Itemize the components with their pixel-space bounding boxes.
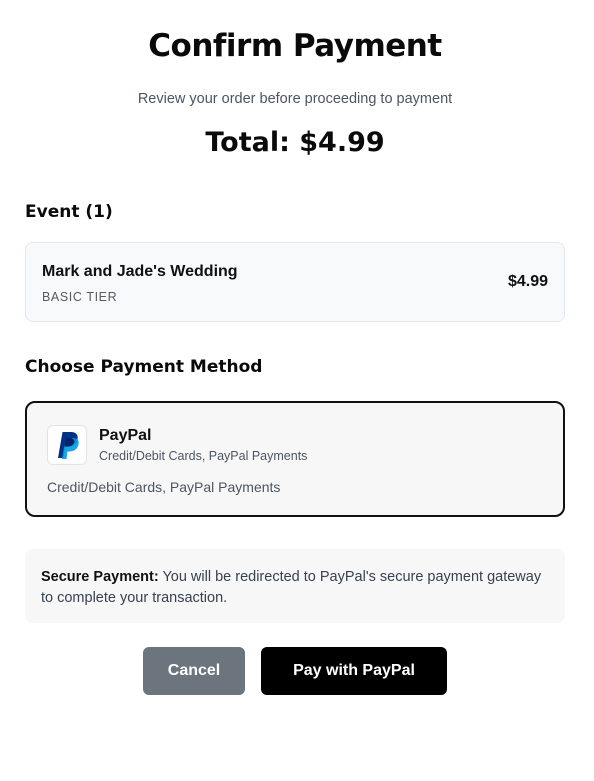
page-subtitle: Review your order before proceeding to p…: [137, 91, 453, 107]
cancel-button[interactable]: Cancel: [143, 647, 245, 695]
payment-method-description: Credit/Debit Cards, PayPal Payments: [47, 479, 281, 495]
payment-method-heading: Choose Payment Method: [25, 357, 263, 377]
event-tier: BASIC TIER: [42, 290, 118, 304]
secure-payment-label: Secure Payment:: [41, 569, 159, 585]
pay-with-paypal-button[interactable]: Pay with PayPal: [261, 647, 447, 695]
order-total: Total: $4.99: [205, 127, 385, 158]
confirm-payment-modal: Confirm Payment Review your order before…: [0, 0, 594, 781]
events-heading: Event (1): [25, 202, 113, 222]
paypal-logo-icon: [47, 425, 87, 465]
event-name: Mark and Jade's Wedding: [42, 263, 238, 280]
event-price: $4.99: [507, 273, 548, 290]
secure-payment-notice: Secure Payment: You will be redirected t…: [25, 549, 565, 623]
payment-method-name: PayPal: [99, 427, 152, 444]
payment-method-paypal[interactable]: PayPal Credit/Debit Cards, PayPal Paymen…: [25, 401, 565, 517]
page-title: Confirm Payment: [148, 28, 442, 64]
event-card: Mark and Jade's Wedding BASIC TIER $4.99: [25, 242, 565, 322]
payment-method-subtitle: Credit/Debit Cards, PayPal Payments: [99, 449, 308, 463]
